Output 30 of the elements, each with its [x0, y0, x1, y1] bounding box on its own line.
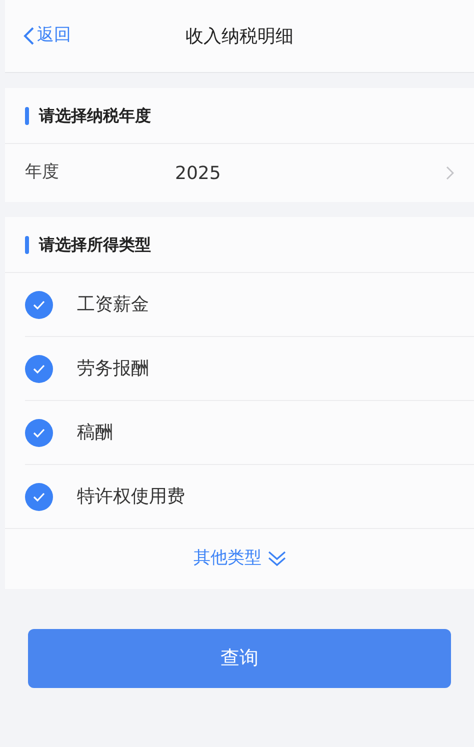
income-type-row[interactable]: 工资薪金: [5, 273, 474, 336]
other-types-button[interactable]: 其他类型: [194, 546, 286, 572]
checkbox[interactable]: [25, 418, 53, 446]
check-icon: [33, 492, 45, 502]
checkbox[interactable]: [25, 482, 53, 510]
section-title: 请选择纳税年度: [39, 104, 151, 126]
chevron-right-icon: [446, 166, 454, 180]
year-label: 年度: [25, 161, 60, 184]
income-type-row[interactable]: 稿酬: [5, 401, 474, 464]
income-type-label: 特许权使用费: [77, 485, 185, 509]
checkbox[interactable]: [25, 290, 53, 318]
back-button[interactable]: 返回: [5, 23, 71, 49]
income-type-label: 工资薪金: [77, 293, 149, 317]
section-title: 请选择所得类型: [39, 234, 151, 256]
query-button[interactable]: 查询: [28, 629, 451, 688]
check-icon: [33, 300, 45, 310]
accent-bar: [25, 236, 29, 254]
page-title: 收入纳税明细: [186, 24, 294, 48]
year-row[interactable]: 年度 2025: [5, 144, 474, 202]
checkbox[interactable]: [25, 354, 53, 382]
income-type-row[interactable]: 特许权使用费: [5, 465, 474, 528]
year-value: 2025: [175, 162, 222, 186]
double-chevron-down-icon: [268, 551, 286, 567]
income-type-row[interactable]: 劳务报酬: [5, 337, 474, 400]
income-type-label: 劳务报酬: [77, 357, 149, 381]
income-type-label: 稿酬: [77, 421, 113, 445]
accent-bar: [25, 106, 29, 124]
chevron-left-icon: [23, 26, 35, 46]
check-icon: [33, 428, 45, 438]
check-icon: [33, 364, 45, 374]
